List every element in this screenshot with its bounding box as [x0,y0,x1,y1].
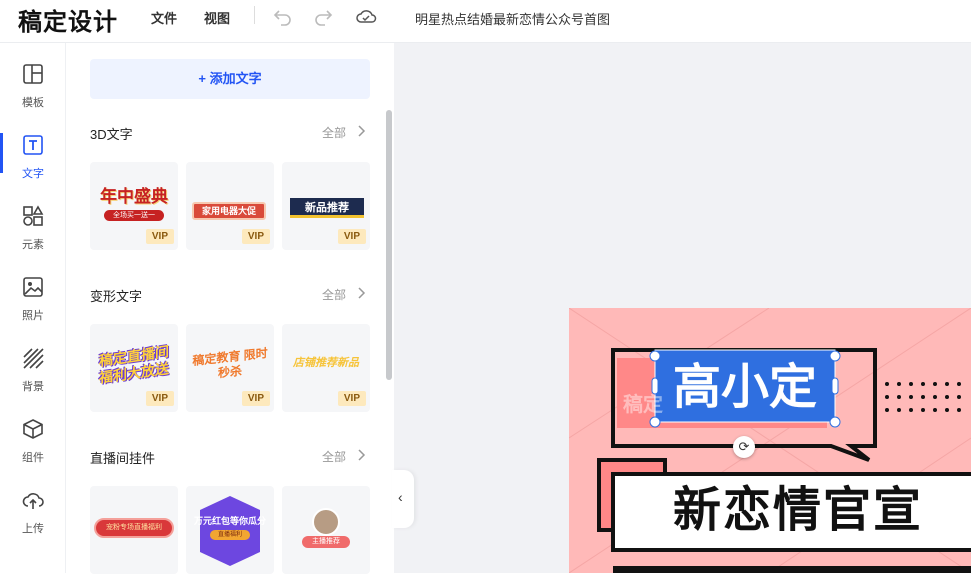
document-title[interactable]: 明星热点结婚最新恋情公众号首图 [415,9,610,28]
rail-label: 背景 [22,381,44,393]
section-title: 直播间挂件 [90,451,156,466]
text-panel: + 添加文字 3D文字 全部 年中盛典 全场买一送一 VIP 家用电器大促 VI… [66,43,394,574]
rail-label: 上传 [22,523,44,535]
rail-item-photo[interactable]: 照片 [0,266,66,328]
upload-icon [22,493,44,509]
collapse-panel-button[interactable]: ‹ [392,470,414,528]
rail-item-elements[interactable]: 元素 [0,195,66,257]
rail-label: 模板 [22,97,44,109]
vip-badge: VIP [337,229,366,244]
cloud-saved-icon[interactable] [355,5,377,27]
app-logo[interactable]: 稿定设计 [18,2,118,37]
see-all-link[interactable]: 全部 [322,286,366,303]
rail-item-text[interactable]: 文字 [0,124,66,186]
section-title: 3D文字 [90,127,133,142]
menu-view[interactable]: 视图 [204,8,230,27]
live-widget-thumb[interactable]: 宠粉专场直播福利 [90,486,178,574]
vip-badge: VIP [337,391,366,406]
see-all-label: 全部 [322,126,347,140]
text-style-thumb[interactable]: 店铺推荐新品 VIP [282,324,370,412]
background-icon [23,348,44,369]
template-icon [23,64,43,84]
see-all-label: 全部 [322,288,347,302]
chevron-right-icon [358,287,366,299]
avatar [312,508,340,536]
see-all-label: 全部 [322,450,347,464]
left-rail: 模板 文字 元素 照片 背景 组件 上传 [0,43,66,573]
menu-file[interactable]: 文件 [151,8,177,27]
thumb-text: 年中盛典 [100,187,168,207]
text-style-thumb[interactable]: 新品推荐 VIP [282,162,370,250]
rail-item-component[interactable]: 组件 [0,408,66,470]
thumb-text: 宠粉专场直播福利 [94,518,174,538]
section-title: 变形文字 [90,289,143,304]
see-all-link[interactable]: 全部 [322,448,366,465]
elements-icon [23,205,44,226]
vip-badge: VIP [241,391,270,406]
vip-badge: VIP [145,391,174,406]
thumb-text: 万元红包等你瓜分 [193,516,266,526]
undo-icon[interactable] [272,5,294,27]
vip-badge: VIP [145,229,174,244]
photo-icon [23,277,43,297]
thumb-text: 新品推荐 [290,198,364,218]
rotate-handle-icon[interactable]: ⟳ [733,436,755,458]
see-all-link[interactable]: 全部 [322,124,366,141]
rail-item-template[interactable]: 模板 [0,53,66,115]
rail-label: 元素 [22,239,44,251]
rail-item-background[interactable]: 背景 [0,337,66,399]
component-icon [23,419,43,439]
text-style-thumb[interactable]: 年中盛典 全场买一送一 VIP [90,162,178,250]
panel-scrollbar[interactable] [386,110,392,380]
live-widget-thumb[interactable]: 万元红包等你瓜分 直播福利 [186,486,274,574]
thumb-text: 店铺推荐新品 [293,357,359,369]
vip-badge: VIP [241,229,270,244]
thumb-text: 家用电器大促 [192,202,266,220]
artboard[interactable]: 稿定 高小定 ⟳ 新恋情官宣 [569,308,971,573]
thumb-text: 稿定教育 限时秒杀 [192,346,268,381]
chevron-left-icon: ‹ [398,489,403,505]
thumb-text: 稿定直播间 福利大放送 [99,343,169,386]
headline-text[interactable]: 新恋情官宣 [613,478,971,544]
rail-label: 文字 [22,168,44,180]
rail-label: 组件 [22,452,44,464]
text-style-thumb[interactable]: 家用电器大促 VIP [186,162,274,250]
thumb-subtext: 直播福利 [210,530,250,540]
top-bar: 稿定设计 文件 视图 明星热点结婚最新恋情公众号首图 [0,0,971,43]
add-text-button[interactable]: + 添加文字 [90,59,370,99]
text-style-thumb[interactable]: 稿定直播间 福利大放送 VIP [90,324,178,412]
chevron-right-icon [358,125,366,137]
thumb-subtext: 全场买一送一 [104,210,164,221]
selected-text-element[interactable]: 高小定 [655,358,835,418]
toolbar-divider [254,6,255,24]
text-style-thumb[interactable]: 稿定教育 限时秒杀 VIP [186,324,274,412]
text-icon [23,135,43,155]
rail-label: 照片 [22,310,44,322]
rail-item-upload[interactable]: 上传 [0,479,66,541]
thumb-text: 主播推荐 [302,536,350,548]
chevron-right-icon [358,449,366,461]
redo-icon[interactable] [312,5,334,27]
live-widget-thumb[interactable]: 主播推荐 [282,486,370,574]
